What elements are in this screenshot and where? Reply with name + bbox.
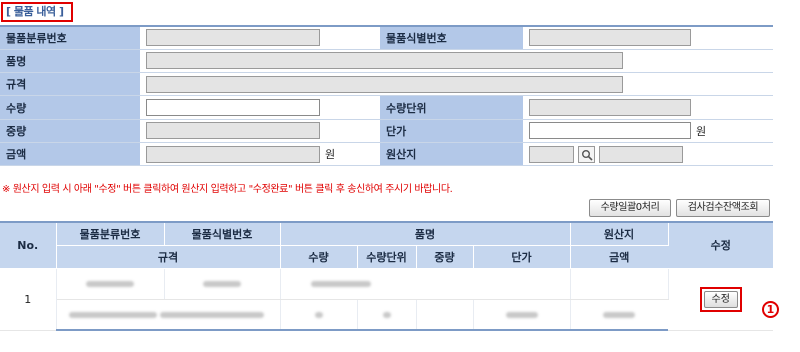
reset-quantity-button[interactable]: 수량일괄0처리 (589, 199, 671, 217)
col-spec: 규격 (56, 245, 281, 269)
weight-label: 중량 (0, 119, 140, 143)
classification-no-label: 물품분류번호 (0, 26, 140, 50)
origin-notice: ※ 원산지 입력 시 아래 "수정" 버튼 클릭하여 원산지 입력하고 "수정완… (2, 184, 453, 195)
row-weight (416, 299, 474, 331)
origin-name-field[interactable] (599, 145, 683, 163)
item-name-field[interactable] (146, 52, 623, 70)
row-identification-no (164, 268, 281, 300)
row-quantity (280, 299, 358, 331)
unit-price-input[interactable] (529, 122, 691, 140)
col-origin: 원산지 (570, 222, 669, 246)
table-row (0, 299, 773, 331)
redacted-value (603, 311, 636, 318)
redacted-value (505, 311, 538, 318)
col-item-name: 품명 (280, 222, 571, 246)
col-no: No. (0, 222, 57, 269)
row-quantity-unit (357, 299, 417, 331)
spec-field[interactable] (146, 75, 623, 93)
origin-code-field[interactable] (529, 145, 574, 163)
col-classification-no: 물품분류번호 (56, 222, 165, 246)
origin-label: 원산지 (380, 142, 523, 167)
unit-price-label: 단가 (380, 119, 523, 143)
col-identification-no: 물품식별번호 (164, 222, 281, 246)
edit-highlight: 수정 (699, 286, 742, 312)
redacted-value (310, 281, 371, 287)
item-grid: No. 물품분류번호 물품식별번호 품명 원산지 수정 규격 수량 수량단위 중… (0, 221, 773, 331)
unit-price-currency: 원 (696, 124, 707, 138)
row-unit-price (473, 299, 571, 331)
item-name-label: 품명 (0, 49, 140, 74)
annotation-marker: 1 (762, 301, 779, 318)
redacted-value (86, 281, 134, 287)
amount-field[interactable] (146, 145, 320, 163)
row-origin (570, 268, 669, 300)
item-detail-form: 물품분류번호 물품식별번호 품명 규격 수량 수량단위 중량 단가 원 금액 원… (0, 25, 773, 167)
amount-label: 금액 (0, 142, 140, 167)
origin-search-button[interactable] (578, 145, 595, 163)
col-edit: 수정 (668, 222, 773, 269)
row-classification-no (56, 268, 165, 300)
classification-no-field[interactable] (146, 29, 320, 47)
identification-no-field[interactable] (529, 29, 691, 47)
row-item-name (280, 268, 571, 300)
col-quantity: 수량 (280, 245, 358, 269)
redacted-value (382, 311, 391, 318)
weight-field[interactable] (146, 122, 320, 140)
col-weight: 중량 (416, 245, 474, 269)
row-spec (56, 299, 281, 331)
redacted-value (68, 311, 157, 318)
edit-button[interactable]: 수정 (703, 290, 738, 308)
col-quantity-unit: 수량단위 (357, 245, 417, 269)
quantity-input[interactable] (146, 99, 320, 117)
magnifier-icon (582, 149, 593, 161)
redacted-value (314, 311, 323, 318)
quantity-unit-label: 수량단위 (380, 95, 523, 120)
identification-no-label: 물품식별번호 (380, 26, 523, 50)
row-no: 1 (0, 268, 57, 331)
inspection-balance-button[interactable]: 검사검수잔액조회 (676, 199, 770, 217)
row-amount (570, 299, 668, 331)
row-edit: 수정 (668, 268, 773, 331)
spec-label: 규격 (0, 72, 140, 97)
col-unit-price: 단가 (473, 245, 571, 269)
section-title: [ 물품 내역 ] (1, 2, 73, 22)
amount-currency: 원 (325, 148, 336, 162)
quantity-unit-field[interactable] (529, 99, 691, 117)
table-row: 1 수정 (0, 268, 773, 331)
redacted-value (203, 281, 241, 287)
quantity-label: 수량 (0, 95, 140, 120)
redacted-value (160, 311, 264, 318)
col-amount: 금액 (570, 245, 668, 269)
